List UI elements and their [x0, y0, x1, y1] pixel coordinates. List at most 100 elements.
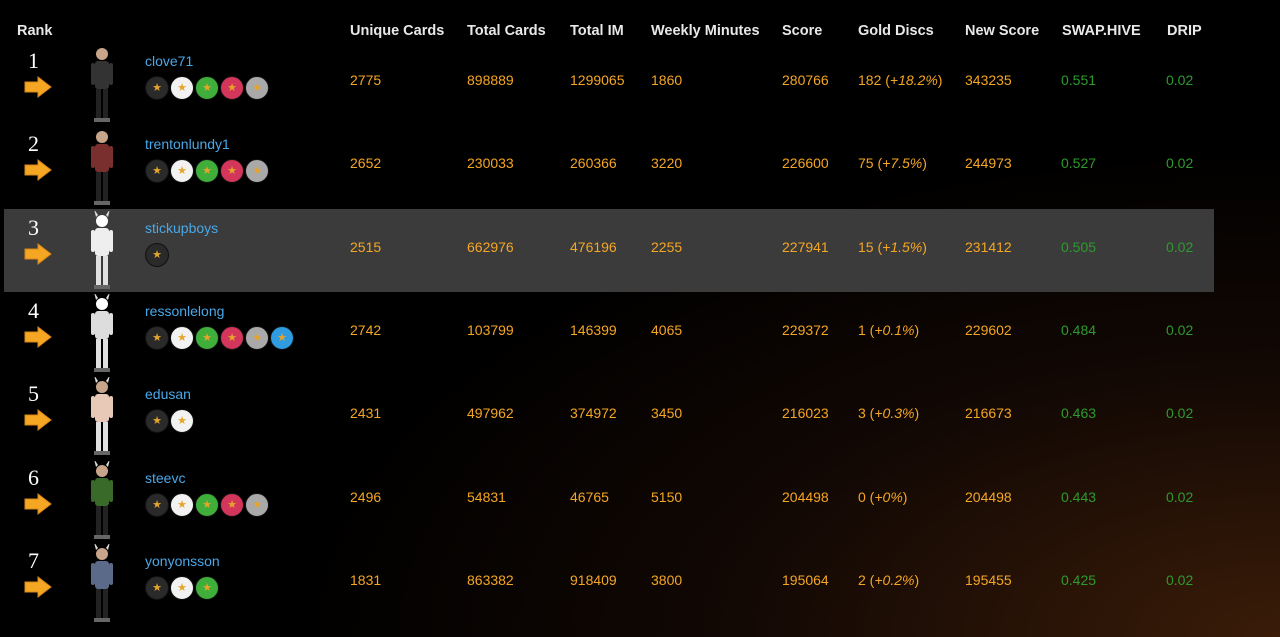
weekly-minutes-value: 1860 [651, 72, 683, 88]
total-im-value: 146399 [570, 321, 617, 338]
gold-discs-value: 182 (+18.2%) [858, 72, 943, 88]
gold-discs-percent: +0.3% [874, 405, 915, 422]
rank-number: 7 [28, 547, 39, 573]
drip-value: 0.02 [1166, 405, 1194, 422]
avatar[interactable] [82, 210, 122, 291]
disc-black-icon [145, 76, 169, 100]
gold-discs-percent: +0.2% [874, 571, 915, 588]
unique-cards-value: 2496 [350, 488, 382, 505]
table-row[interactable]: 1 clove71 2775 898889 1299065 1860 280766 182 (… [4, 42, 1214, 125]
disc-black-icon [145, 242, 169, 267]
drip-value: 0.02 [1166, 321, 1194, 338]
arrow-right-icon[interactable] [24, 576, 52, 598]
disc-white-icon [170, 325, 194, 350]
gold-discs-value: 75 (+7.5%) [858, 155, 927, 172]
disc-badges [145, 575, 219, 600]
disc-red-icon [220, 76, 244, 100]
gold-discs-count: 0 [858, 488, 866, 505]
username-link[interactable]: edusan [145, 386, 191, 402]
header-total-cards[interactable]: Total Cards [467, 23, 546, 39]
avatar[interactable] [82, 543, 122, 624]
drip-value: 0.02 [1166, 72, 1194, 88]
avatar[interactable] [82, 377, 122, 457]
total-cards-value: 103799 [467, 321, 514, 338]
score-value: 227941 [782, 238, 829, 255]
swap-hive-value: 0.463 [1061, 405, 1097, 422]
arrow-right-icon[interactable] [24, 243, 52, 265]
arrow-right-icon[interactable] [24, 409, 52, 431]
arrow-right-icon[interactable] [24, 159, 52, 181]
disc-green-icon [195, 492, 219, 517]
table-row[interactable]: 4 ressonlelong 2742 103799 146399 4065 229372 1… [4, 292, 1214, 375]
disc-badges [145, 409, 194, 434]
gold-discs-count: 75 [858, 155, 874, 172]
arrow-right-icon[interactable] [24, 493, 52, 515]
table-row[interactable]: 7 yonyonsson 1831 863382 918409 3800 195064 2 (… [4, 542, 1214, 625]
username-link[interactable]: ressonlelong [145, 303, 224, 319]
drip-value: 0.02 [1166, 488, 1194, 505]
unique-cards-value: 2775 [350, 72, 382, 88]
header-swap-hive[interactable]: SWAP.HIVE [1062, 23, 1141, 39]
username-link[interactable]: steevc [145, 470, 185, 486]
username-link[interactable]: stickupboys [145, 220, 218, 236]
total-im-value: 374972 [570, 405, 617, 422]
total-cards-value: 230033 [467, 155, 514, 172]
table-row[interactable]: 6 steevc 2496 54831 46765 5150 204498 0 (+0%) 20… [4, 459, 1214, 542]
unique-cards-value: 2652 [350, 155, 382, 172]
table-row[interactable]: 3 stickupboys 2515 662976 476196 2255 227941 15… [4, 208, 1214, 292]
header-score[interactable]: Score [782, 23, 822, 39]
header-total-im[interactable]: Total IM [570, 23, 624, 39]
total-cards-value: 54831 [467, 488, 506, 505]
username-link[interactable]: trentonlundy1 [145, 136, 230, 152]
username-link[interactable]: clove71 [145, 53, 193, 69]
header-drip[interactable]: DRIP [1167, 23, 1202, 39]
username-link[interactable]: yonyonsson [145, 553, 220, 569]
table-row[interactable]: 5 edusan 2431 497962 374972 3450 216023 3 (+0.3… [4, 375, 1214, 458]
total-cards-value: 497962 [467, 405, 514, 422]
header-weekly-minutes[interactable]: Weekly Minutes [651, 23, 760, 39]
gold-discs-count: 2 [858, 571, 866, 588]
gold-discs-value: 15 (+1.5%) [858, 238, 927, 255]
disc-green-icon [195, 76, 219, 100]
rank-number: 3 [28, 214, 39, 240]
swap-hive-value: 0.551 [1061, 72, 1097, 88]
disc-silver-icon [245, 76, 269, 100]
arrow-right-icon[interactable] [24, 76, 52, 98]
unique-cards-value: 2515 [350, 238, 382, 255]
total-im-value: 260366 [570, 155, 617, 172]
disc-silver-icon [245, 325, 269, 350]
header-new-score[interactable]: New Score [965, 23, 1039, 39]
avatar[interactable] [82, 127, 122, 207]
header-gold-discs[interactable]: Gold Discs [858, 23, 934, 39]
gold-discs-count: 1 [858, 321, 866, 338]
disc-white-icon [170, 159, 194, 184]
disc-white-icon [170, 492, 194, 517]
total-cards-value: 662976 [467, 238, 514, 255]
gold-discs-count: 3 [858, 405, 866, 422]
disc-white-icon [170, 575, 194, 600]
header-unique-cards[interactable]: Unique Cards [350, 23, 444, 39]
gold-discs-count: 182 [858, 72, 882, 88]
avatar[interactable] [82, 460, 122, 541]
avatar[interactable] [82, 44, 122, 124]
unique-cards-value: 2431 [350, 405, 382, 422]
new-score-value: 216673 [965, 405, 1012, 422]
total-cards-value: 863382 [467, 571, 514, 588]
gold-discs-value: 3 (+0.3%) [858, 405, 920, 422]
table-row[interactable]: 2 trentonlundy1 2652 230033 260366 3220 226600… [4, 125, 1214, 208]
header-rank[interactable]: Rank [17, 23, 52, 39]
disc-badges [145, 492, 269, 517]
swap-hive-value: 0.425 [1061, 571, 1097, 588]
arrow-right-icon[interactable] [24, 326, 52, 348]
unique-cards-value: 2742 [350, 321, 382, 338]
total-cards-value: 898889 [467, 72, 514, 88]
score-value: 229372 [782, 321, 829, 338]
disc-badges [145, 76, 269, 100]
total-im-value: 46765 [570, 488, 609, 505]
rank-number: 1 [28, 48, 39, 73]
disc-green-icon [195, 159, 219, 184]
avatar[interactable] [82, 293, 122, 374]
weekly-minutes-value: 3800 [651, 571, 683, 588]
rank-number: 5 [28, 381, 39, 407]
disc-black-icon [145, 159, 169, 184]
